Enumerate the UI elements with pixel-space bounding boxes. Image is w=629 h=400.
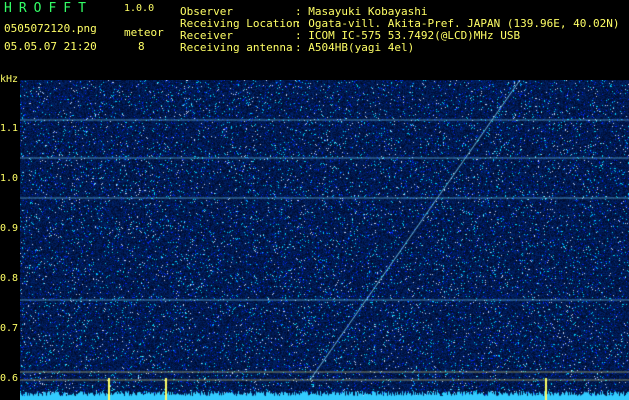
date-time: 05.05.07 21:20 xyxy=(4,40,97,53)
antenna-label: Receiving antenna xyxy=(180,41,293,54)
y-tick-label: 0.9 xyxy=(0,223,19,234)
antenna-value: : A504HB(yagi 4el) xyxy=(295,41,415,54)
app-version: 1.0.0 xyxy=(124,3,155,14)
y-tick-label: 1.1 xyxy=(0,123,19,134)
y-tick-label: 0.6 xyxy=(0,373,19,384)
meteor-label: meteor xyxy=(124,26,164,39)
file-name: 0505072120.png xyxy=(4,22,97,35)
meteor-count: 8 xyxy=(138,40,145,53)
spectrogram-canvas xyxy=(20,80,629,400)
y-tick-label: 1.0 xyxy=(0,173,19,184)
app-logo: HROFFT xyxy=(4,1,93,16)
y-tick-label: 0.8 xyxy=(0,273,19,284)
axis-unit: kHz xyxy=(0,74,19,85)
y-tick-label: 0.7 xyxy=(0,323,19,334)
